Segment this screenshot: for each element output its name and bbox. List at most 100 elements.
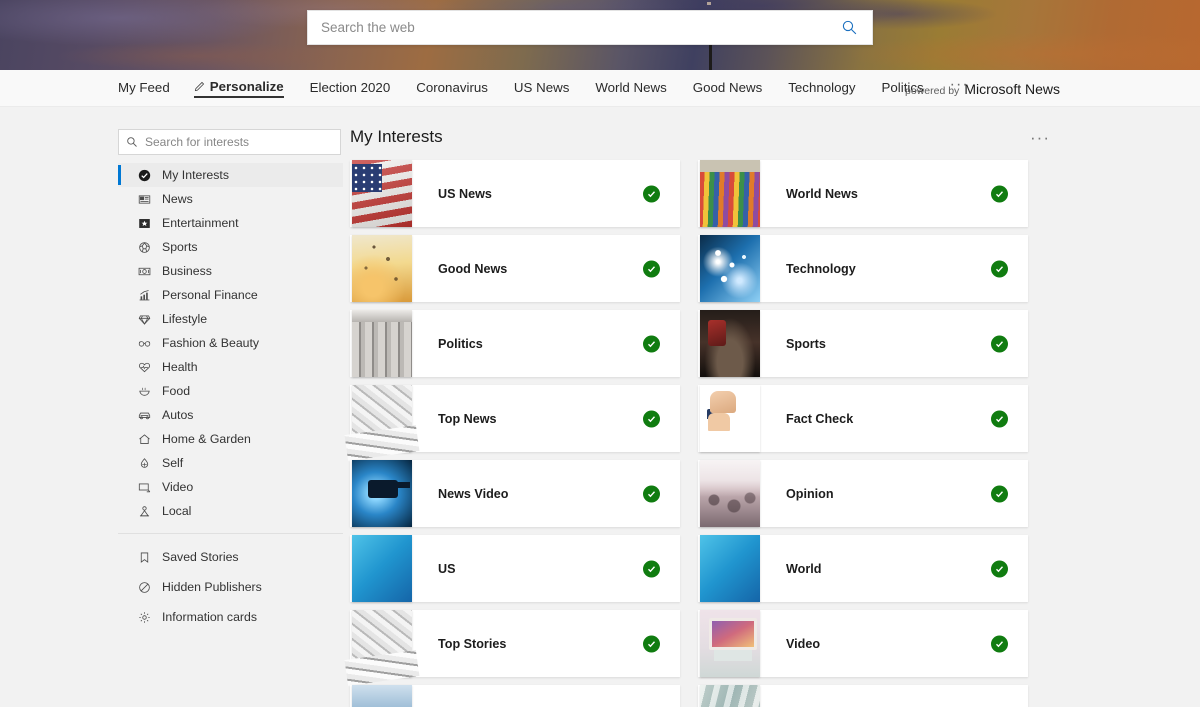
selected-check-icon[interactable] [643, 335, 660, 352]
selected-check-icon[interactable] [991, 260, 1008, 277]
interest-search-box[interactable] [118, 129, 341, 155]
sidebar-item-label: My Interests [162, 168, 229, 182]
interest-card-world-news[interactable]: World News [698, 160, 1028, 227]
selected-check-icon[interactable] [643, 635, 660, 652]
interest-card-sports[interactable]: Sports [698, 310, 1028, 377]
selected-check-icon[interactable] [643, 485, 660, 502]
sidebar-item-entertainment[interactable]: Entertainment [118, 211, 343, 235]
newspaper-icon [138, 193, 160, 206]
card-thumbnail [352, 685, 412, 707]
heart-icon [138, 361, 160, 374]
selected-check-icon[interactable] [991, 410, 1008, 427]
sidebar-lower-list: Saved Stories Hidden Publishers Informat… [118, 542, 343, 632]
interest-card-fact-check[interactable]: Fact Check [698, 385, 1028, 452]
interest-search-input[interactable] [145, 135, 340, 149]
interest-card-news-video[interactable]: News Video [350, 460, 680, 527]
pencil-icon [194, 81, 205, 92]
card-thumbnail [700, 535, 760, 602]
sidebar-item-label: News [162, 192, 193, 206]
selected-check-icon[interactable] [643, 560, 660, 577]
hero-banner [0, 0, 1200, 70]
interest-card-opinion[interactable]: Opinion [698, 460, 1028, 527]
nav-item-label: World News [595, 80, 667, 95]
card-thumbnail [352, 160, 412, 227]
sidebar-item-fashion-beauty[interactable]: Fashion & Beauty [118, 331, 343, 355]
interest-card-world[interactable]: World [698, 535, 1028, 602]
selected-check-icon[interactable] [643, 260, 660, 277]
selected-check-icon[interactable] [991, 635, 1008, 652]
sidebar-item-label: Business [162, 264, 212, 278]
bar-chart-icon [138, 289, 160, 302]
sidebar-item-label: Health [162, 360, 198, 374]
search-icon[interactable] [826, 19, 872, 36]
sidebar-item-business[interactable]: Business [118, 259, 343, 283]
sidebar-item-saved-stories[interactable]: Saved Stories [118, 542, 343, 572]
sidebar-item-label: Personal Finance [162, 288, 258, 302]
interest-card-top-stories[interactable]: Top Stories [350, 610, 680, 677]
card-thumbnail [700, 385, 760, 452]
card-label: World [786, 561, 822, 576]
selected-check-icon[interactable] [643, 185, 660, 202]
interest-card-partial-left[interactable] [350, 685, 680, 707]
interest-card-technology[interactable]: Technology [698, 235, 1028, 302]
sidebar-item-autos[interactable]: Autos [118, 403, 343, 427]
card-thumbnail [700, 310, 760, 377]
interest-card-video[interactable]: Video [698, 610, 1028, 677]
web-search-box[interactable] [307, 10, 873, 45]
diamond-icon [138, 313, 160, 326]
hero-pole [709, 42, 712, 70]
page-title: My Interests [350, 127, 443, 146]
sidebar-item-local[interactable]: Local [118, 499, 343, 523]
selected-check-icon[interactable] [991, 185, 1008, 202]
selected-check-icon[interactable] [991, 485, 1008, 502]
interest-card-us[interactable]: US [350, 535, 680, 602]
nav-item-election-2020[interactable]: Election 2020 [310, 80, 391, 96]
sidebar-item-food[interactable]: Food [118, 379, 343, 403]
interest-card-good-news[interactable]: Good News [350, 235, 680, 302]
sidebar-item-label: Entertainment [162, 216, 239, 230]
card-thumbnail [352, 535, 412, 602]
sidebar-item-self[interactable]: Self [118, 451, 343, 475]
search-input[interactable] [308, 20, 826, 35]
interest-card-partial-right[interactable] [698, 685, 1028, 707]
sidebar-item-label: Video [162, 480, 194, 494]
interest-card-grid: US News World News Good News Technology … [350, 160, 1062, 707]
sidebar-item-label: Self [162, 456, 184, 470]
sidebar-item-video[interactable]: Video [118, 475, 343, 499]
card-thumbnail [700, 610, 760, 677]
main-overflow-button[interactable]: ··· [1030, 129, 1050, 146]
powered-by-prefix: powered by [905, 85, 960, 97]
sidebar-item-hidden-publishers[interactable]: Hidden Publishers [118, 572, 343, 602]
nav-item-us-news[interactable]: US News [514, 80, 569, 96]
nav-item-technology[interactable]: Technology [788, 80, 855, 96]
card-label: Fact Check [786, 411, 854, 426]
nav-item-world-news[interactable]: World News [595, 80, 666, 96]
interest-card-us-news[interactable]: US News [350, 160, 680, 227]
sidebar-item-information-cards[interactable]: Information cards [118, 602, 343, 632]
sidebar-item-personal-finance[interactable]: Personal Finance [118, 283, 343, 307]
sidebar-item-sports[interactable]: Sports [118, 235, 343, 259]
powered-by-brand: Microsoft News [964, 81, 1060, 97]
nav-item-my-feed[interactable]: My Feed [118, 80, 170, 96]
nav-item-list: My Feed Personalize Election 2020 Corona… [118, 77, 995, 98]
interest-card-politics[interactable]: Politics [350, 310, 680, 377]
card-thumbnail [352, 610, 412, 677]
sidebar-item-my-interests[interactable]: My Interests [118, 163, 343, 187]
sidebar-item-label: Information cards [162, 610, 258, 624]
nav-item-personalize[interactable]: Personalize [193, 79, 284, 98]
main-nav: My Feed Personalize Election 2020 Corona… [0, 70, 1200, 107]
sidebar-item-lifestyle[interactable]: Lifestyle [118, 307, 343, 331]
nav-item-good-news[interactable]: Good News [693, 80, 762, 96]
sidebar-item-health[interactable]: Health [118, 355, 343, 379]
selected-check-icon[interactable] [991, 560, 1008, 577]
nav-item-label: Good News [692, 80, 763, 95]
interest-card-top-news[interactable]: Top News [350, 385, 680, 452]
selected-check-icon[interactable] [643, 410, 660, 427]
sidebar-item-news[interactable]: News [118, 187, 343, 211]
nav-item-coronavirus[interactable]: Coronavirus [416, 80, 488, 96]
card-label: News Video [438, 486, 509, 501]
hero-speck [707, 2, 711, 5]
sidebar-item-home-garden[interactable]: Home & Garden [118, 427, 343, 451]
home-icon [138, 433, 160, 446]
selected-check-icon[interactable] [991, 335, 1008, 352]
